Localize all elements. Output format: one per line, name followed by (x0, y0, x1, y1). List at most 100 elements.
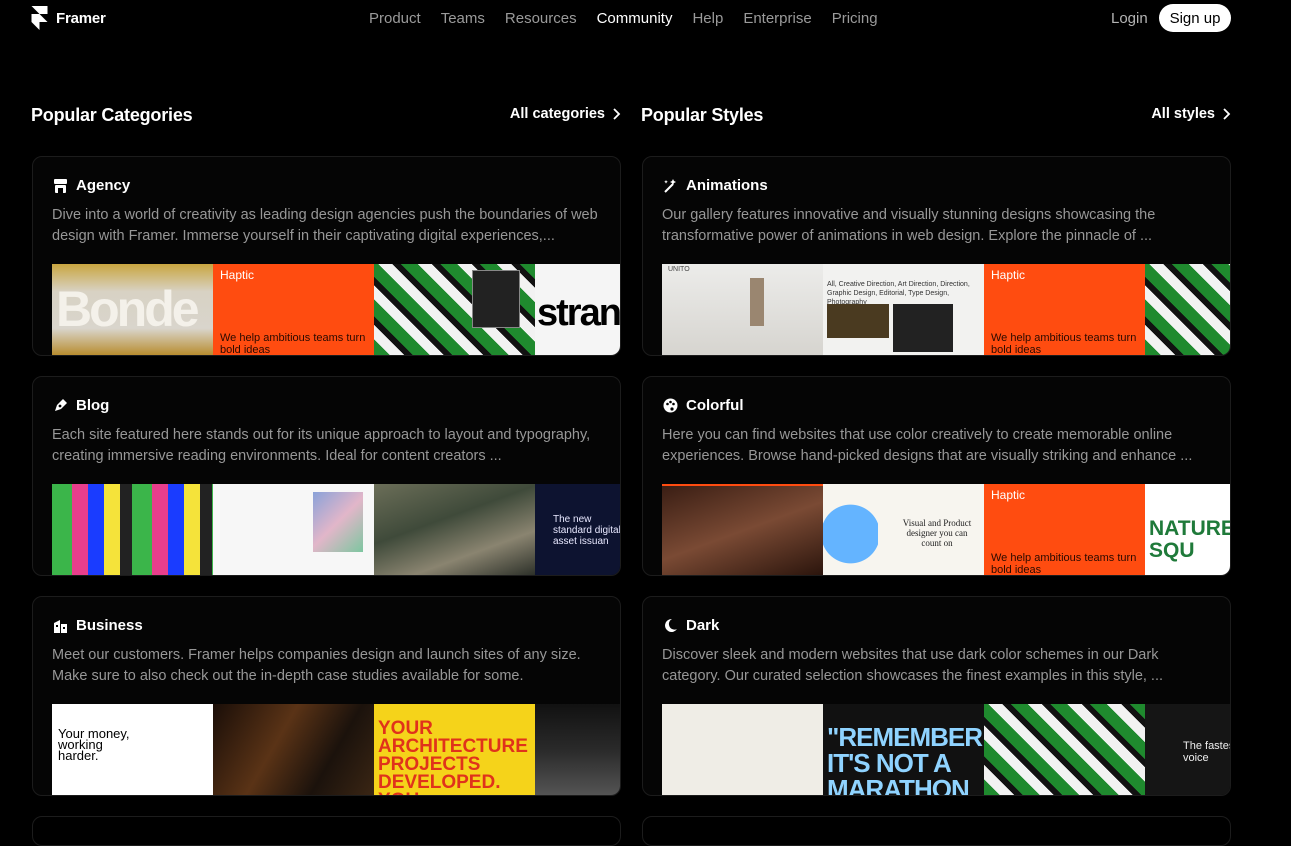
login-link[interactable]: Login (1111, 10, 1148, 27)
nav-link-enterprise[interactable]: Enterprise (743, 10, 811, 27)
thumbnail-image (313, 492, 363, 552)
site-thumbnail[interactable]: NATURE'S SQU (1145, 484, 1230, 575)
moon-icon (662, 618, 678, 634)
thumbnail-text: We help ambitious teams turn bold ideas (991, 552, 1137, 576)
site-thumbnail[interactable]: All, Creative Direction, Art Direction, … (823, 264, 984, 355)
all-styles-link[interactable]: All styles (1151, 106, 1231, 122)
section-title: Popular Styles (641, 105, 764, 125)
card-description: Each site featured here stands out for i… (52, 427, 591, 464)
site-thumbnail[interactable]: UNITO (662, 264, 823, 355)
thumbnail-text: "REMEMBER IT'S NOT A MARATHON (827, 722, 983, 796)
style-card-animations[interactable]: Animations Our gallery features innovati… (642, 156, 1231, 356)
site-thumbnail[interactable]: The new standard digital asset issuan (535, 484, 621, 575)
card-description: Dive into a world of creativity as leadi… (52, 207, 598, 244)
section-header: Popular Styles All styles (641, 100, 1231, 130)
nav-links: Product Teams Resources Community Help E… (369, 10, 898, 27)
site-thumbnail[interactable]: Visual and Product designer you can coun… (823, 484, 984, 575)
card-title: Agency (52, 177, 130, 194)
thumbnail-strip: The new standard digital asset issuan (52, 484, 621, 575)
style-card-dark[interactable]: Dark Discover sleek and modern websites … (642, 596, 1231, 796)
storefront-icon (52, 178, 68, 194)
card-title: Colorful (662, 397, 744, 414)
magic-wand-icon (662, 178, 678, 194)
thumbnail-text: Your money, working harder. (58, 726, 130, 763)
site-thumbnail[interactable] (1145, 264, 1230, 355)
site-thumbnail[interactable] (52, 484, 213, 575)
site-thumbnail[interactable]: The fastest voice (1145, 704, 1230, 795)
card-description: Meet our customers. Framer helps compani… (52, 647, 581, 684)
site-thumbnail[interactable] (662, 704, 823, 795)
popular-categories-section: Popular Categories All categories Agency… (31, 100, 621, 796)
thumbnail-image (827, 304, 889, 338)
signup-button[interactable]: Sign up (1159, 4, 1231, 32)
pen-icon (52, 398, 68, 414)
thumbnail-title: Haptic (220, 268, 255, 282)
framer-logo[interactable]: Framer (31, 6, 106, 30)
all-styles-label: All styles (1151, 106, 1215, 122)
thumbnail-text: Bonde (56, 281, 200, 337)
thumbnail-image (750, 278, 764, 326)
nav-link-teams[interactable]: Teams (441, 10, 485, 27)
thumbnail-image (893, 304, 953, 352)
thumbnail-text: YOUR ARCHITECTURE PROJECTS DEVELOPED. YO… (378, 718, 528, 795)
section-header: Popular Categories All categories (31, 100, 621, 130)
thumbnail-strip: Bonde Haptic We help ambitious teams tur… (52, 264, 620, 356)
card-description: Here you can find websites that use colo… (662, 427, 1193, 464)
thumbnail-title: Haptic (991, 488, 1026, 502)
card-title: Dark (662, 617, 719, 634)
brand-name: Framer (56, 9, 106, 27)
category-card-business[interactable]: Business Meet our customers. Framer help… (32, 596, 621, 796)
site-thumbnail[interactable]: Your money, working harder. (52, 704, 213, 795)
site-thumbnail[interactable]: Haptic We help ambitious teams turn bold… (984, 484, 1145, 576)
thumbnail-text: We help ambitious teams turn bold ideas (220, 332, 366, 356)
nav-link-resources[interactable]: Resources (505, 10, 577, 27)
site-thumbnail[interactable] (213, 704, 374, 795)
thumbnail-strip: "REMEMBER IT'S NOT A MARATHON The fastes… (662, 704, 1230, 796)
top-navigation: Framer Product Teams Resources Community… (0, 0, 1291, 36)
all-categories-link[interactable]: All categories (510, 106, 621, 122)
style-card-colorful[interactable]: Colorful Here you can find websites that… (642, 376, 1231, 576)
site-thumbnail[interactable]: strang (535, 264, 620, 355)
site-thumbnail[interactable] (374, 264, 535, 355)
thumbnail-strip: UNITO All, Creative Direction, Art Direc… (662, 264, 1230, 355)
site-thumbnail[interactable] (984, 704, 1145, 795)
building-icon (52, 618, 68, 634)
chevron-right-icon (1223, 108, 1231, 120)
category-card-agency[interactable]: Agency Dive into a world of creativity a… (32, 156, 621, 356)
nav-link-pricing[interactable]: Pricing (832, 10, 878, 27)
framer-logo-icon (31, 6, 48, 30)
nav-link-help[interactable]: Help (692, 10, 723, 27)
site-thumbnail[interactable] (662, 484, 823, 575)
site-thumbnail[interactable]: YOUR ARCHITECTURE PROJECTS DEVELOPED. YO… (374, 704, 535, 795)
site-thumbnail[interactable] (213, 484, 374, 575)
thumbnail-strip: Your money, working harder. YOUR ARCHITE… (52, 704, 620, 795)
palette-icon (662, 398, 678, 414)
thumbnail-text: UNITO (668, 266, 690, 273)
chevron-right-icon (613, 108, 621, 120)
style-card-partial[interactable] (642, 816, 1231, 846)
site-thumbnail[interactable] (374, 484, 535, 575)
site-thumbnail[interactable]: Bonde (52, 264, 213, 355)
card-description: Our gallery features innovative and visu… (662, 207, 1156, 244)
thumbnail-text: The new standard digital asset issuan (553, 514, 621, 547)
thumbnail-text: Visual and Product designer you can coun… (902, 518, 972, 548)
card-title-text: Blog (76, 397, 110, 414)
card-title-text: Agency (76, 177, 131, 194)
card-title-text: Dark (686, 617, 720, 634)
nav-link-product[interactable]: Product (369, 10, 421, 27)
site-thumbnail[interactable]: "REMEMBER IT'S NOT A MARATHON (823, 704, 984, 796)
site-thumbnail[interactable] (535, 704, 620, 795)
site-thumbnail[interactable]: Haptic We help ambitious teams turn bold… (984, 264, 1145, 355)
card-title: Blog (52, 397, 109, 414)
thumbnail-portrait (472, 270, 520, 328)
section-title: Popular Categories (31, 105, 193, 125)
thumbnail-text: strang (537, 292, 620, 334)
thumbnail-image (823, 494, 878, 574)
thumbnail-title: Haptic (991, 268, 1026, 282)
site-thumbnail[interactable]: Haptic We help ambitious teams turn bold… (213, 264, 374, 356)
nav-link-community[interactable]: Community (597, 10, 673, 27)
category-card-partial[interactable] (32, 816, 621, 846)
all-categories-label: All categories (509, 106, 605, 122)
card-title-text: Animations (686, 177, 768, 194)
category-card-blog[interactable]: Blog Each site featured here stands out … (32, 376, 621, 576)
